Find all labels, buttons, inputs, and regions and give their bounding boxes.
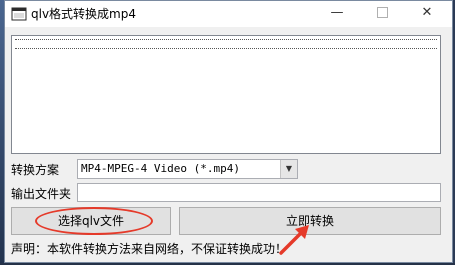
- maximize-button: [361, 1, 403, 27]
- close-icon: ✕: [421, 5, 433, 20]
- title-bar[interactable]: qlv格式转换成mp4 — ✕: [5, 1, 452, 27]
- app-window-icon: [11, 7, 27, 21]
- app-window: qlv格式转换成mp4 — ✕ 转换方案 MP4-MPEG-4 Video (*…: [4, 0, 453, 263]
- maximize-icon: [376, 7, 388, 18]
- window-title: qlv格式转换成mp4: [31, 7, 136, 21]
- scheme-label: 转换方案: [11, 163, 60, 177]
- choose-qlv-file-button[interactable]: 选择qlv文件: [11, 207, 171, 235]
- file-list-box[interactable]: [11, 35, 441, 154]
- convert-now-button[interactable]: 立即转换: [179, 207, 441, 235]
- list-focus-row: [15, 39, 437, 49]
- minimize-button[interactable]: —: [316, 1, 358, 27]
- chevron-down-icon[interactable]: ▼: [280, 160, 297, 178]
- minimize-icon: —: [330, 5, 344, 20]
- scheme-select-value: MP4-MPEG-4 Video (*.mp4): [81, 162, 240, 175]
- close-button[interactable]: ✕: [406, 1, 448, 27]
- output-folder-field[interactable]: [77, 183, 441, 202]
- scheme-select[interactable]: MP4-MPEG-4 Video (*.mp4) ▼: [77, 159, 298, 179]
- output-folder-label: 输出文件夹: [11, 187, 72, 201]
- disclaimer-text: 声明：本软件转换方法来自网络，不保证转换成功！: [11, 242, 288, 256]
